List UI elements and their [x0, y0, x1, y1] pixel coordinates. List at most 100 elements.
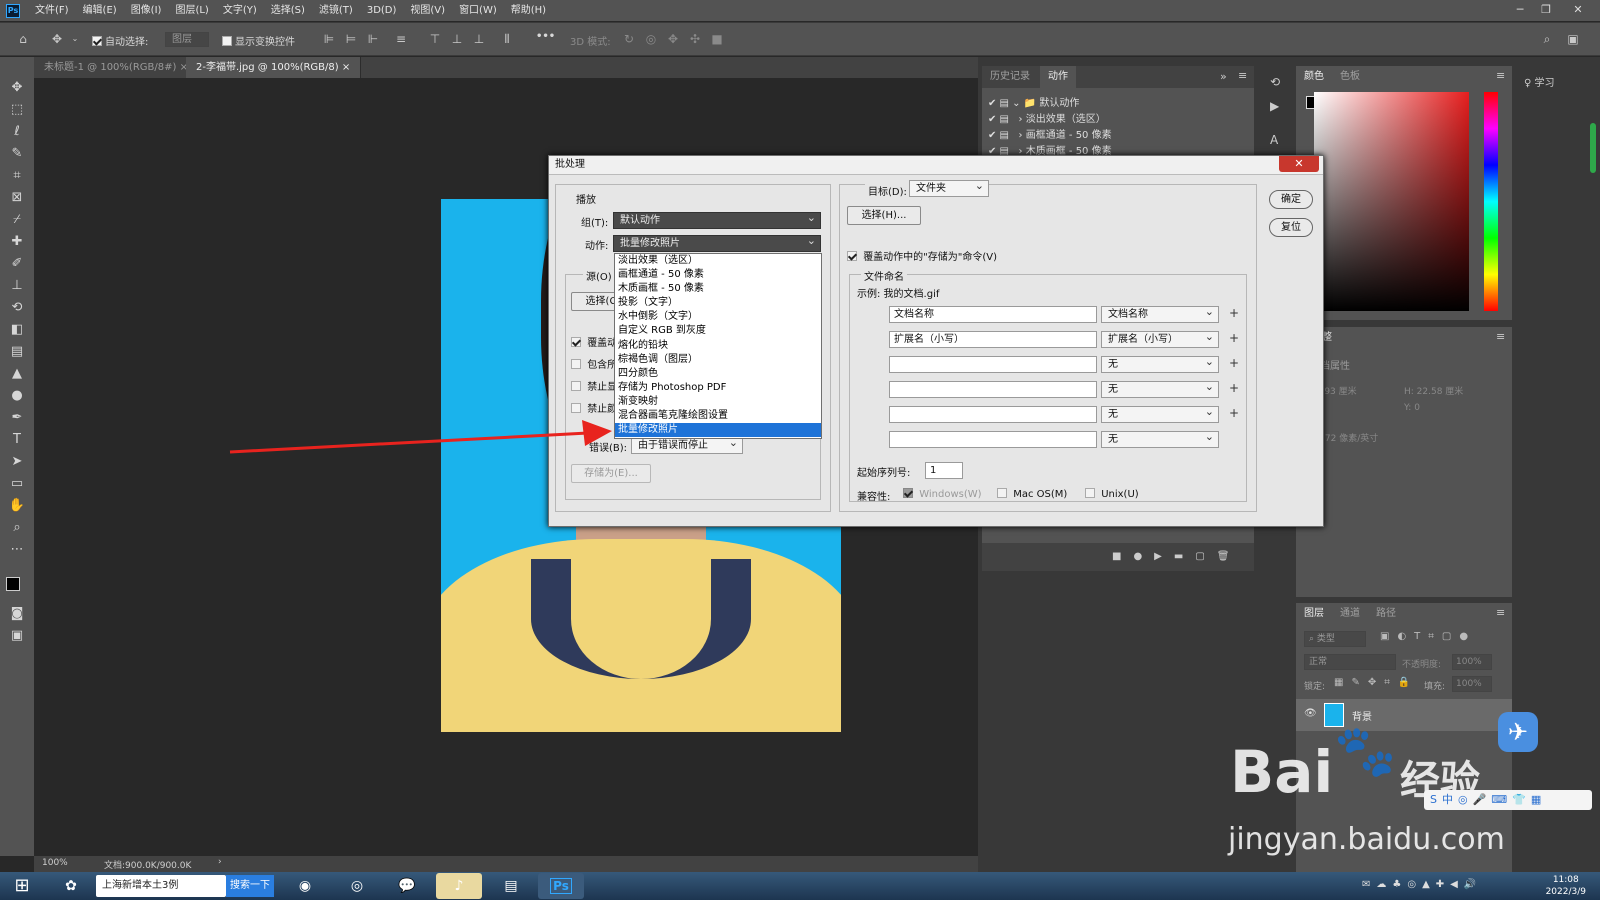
action-option[interactable]: 淡出效果（选区）: [615, 254, 821, 268]
menu-filter[interactable]: 滤镜(T): [312, 0, 360, 21]
path-select-tool-icon[interactable]: ➤: [8, 453, 26, 471]
distribute-vertical-icon[interactable]: ⫴: [500, 32, 514, 46]
distribute-icon[interactable]: ≡: [394, 32, 408, 46]
naming-select[interactable]: 无: [1101, 354, 1219, 373]
doc-tab-photo[interactable]: 2-李福带.jpg @ 100%(RGB/8) ×: [186, 57, 362, 78]
taskbar-search-input[interactable]: 上海新增本土3例: [96, 875, 226, 897]
align-bottom-icon[interactable]: ⊥: [472, 32, 486, 46]
scroll-indicator[interactable]: [1590, 123, 1596, 173]
close-window-icon[interactable]: ✕: [1566, 0, 1590, 21]
align-middle-icon[interactable]: ⊥: [450, 32, 464, 46]
action-row[interactable]: ✔ ▤ › 淡出效果（选区）: [988, 112, 1106, 128]
zoom-tool-icon[interactable]: ⌕: [8, 519, 26, 537]
menu-view[interactable]: 视图(V): [403, 0, 452, 21]
compat-windows-option[interactable]: Windows(W): [903, 488, 982, 500]
start-button[interactable]: ⊞: [2, 873, 42, 899]
screen-mode-icon[interactable]: ▣: [8, 627, 26, 645]
camera-3d-icon[interactable]: ■: [710, 32, 724, 46]
lock-icons[interactable]: ▦✎✥⌗🔒: [1334, 677, 1418, 688]
hue-slider[interactable]: [1484, 92, 1498, 311]
naming-field[interactable]: [889, 381, 1097, 398]
show-transform-option[interactable]: 显示变换控件: [222, 33, 295, 48]
action-option-selected[interactable]: 批量修改照片: [615, 423, 821, 438]
layer-filter-icons[interactable]: ▣◐T⌗▢●: [1380, 631, 1476, 642]
action-option[interactable]: 水中倒影（文字）: [615, 310, 821, 324]
suppress-dialogs-option[interactable]: 禁止显: [571, 378, 617, 393]
character-icon[interactable]: A: [1270, 133, 1278, 147]
move-tool-icon[interactable]: ✥: [8, 79, 26, 97]
pen-tool-icon[interactable]: ✒: [8, 409, 26, 427]
action-set-row[interactable]: ✔ ▤ ⌄ 📁 默认动作: [988, 96, 1079, 112]
action-option[interactable]: 画框通道 - 50 像素: [615, 268, 821, 282]
browser-icon[interactable]: ◉: [282, 873, 328, 899]
reset-button[interactable]: 复位: [1269, 218, 1313, 237]
ok-button[interactable]: 确定: [1269, 190, 1313, 209]
action-option[interactable]: 自定义 RGB 到灰度: [615, 324, 821, 338]
stamp-tool-icon[interactable]: ⊥: [8, 277, 26, 295]
history-icon[interactable]: ⟲: [1270, 75, 1280, 89]
add-naming-icon[interactable]: +: [1229, 381, 1239, 395]
bird-app-icon[interactable]: ✈: [1498, 712, 1538, 752]
dodge-tool-icon[interactable]: ●: [8, 387, 26, 405]
action-option[interactable]: 渐变映射: [615, 395, 821, 409]
menu-select[interactable]: 选择(S): [264, 0, 312, 21]
action-row[interactable]: ✔ ▤ › 画框通道 - 50 像素: [988, 128, 1112, 144]
panel-menu-icon[interactable]: ≡: [1238, 69, 1247, 82]
wechat-icon[interactable]: 💬: [384, 873, 430, 899]
ime-toolbar[interactable]: S中◎🎤⌨👕▦: [1424, 790, 1592, 810]
quick-mask-icon[interactable]: ◙: [8, 605, 26, 623]
action-option[interactable]: 存储为 Photoshop PDF: [615, 381, 821, 395]
action-option[interactable]: 熔化的铅块: [615, 339, 821, 353]
layer-row-background[interactable]: 👁 背景: [1296, 699, 1512, 731]
system-clock[interactable]: 11:08 2022/3/9: [1546, 874, 1586, 898]
eyedropper-tool-icon[interactable]: ⌿: [8, 211, 26, 229]
tab-swatches[interactable]: 色板: [1332, 66, 1368, 88]
minimize-icon[interactable]: ─: [1508, 0, 1532, 21]
frame-tool-icon[interactable]: ⊠: [8, 189, 26, 207]
add-naming-icon[interactable]: +: [1229, 356, 1239, 370]
tab-channels[interactable]: 通道: [1332, 603, 1368, 625]
tab-color[interactable]: 颜色: [1296, 66, 1332, 88]
naming-field[interactable]: [889, 356, 1097, 373]
action-option[interactable]: 四分颜色: [615, 367, 821, 381]
action-set-select[interactable]: 默认动作: [613, 210, 821, 229]
roll-3d-icon[interactable]: ◎: [644, 32, 658, 46]
healing-tool-icon[interactable]: ✚: [8, 233, 26, 251]
chevron-down-icon[interactable]: ⌄: [68, 32, 82, 46]
auto-select-dropdown[interactable]: 图层: [165, 32, 209, 47]
naming-field[interactable]: 文档名称: [889, 306, 1097, 323]
workspace-icon[interactable]: ▣: [1566, 32, 1580, 46]
layer-kind-filter[interactable]: ⌕ 类型: [1304, 631, 1366, 647]
action-option[interactable]: 投影（文字）: [615, 296, 821, 310]
error-select[interactable]: 由于错误而停止: [631, 435, 743, 454]
menu-window[interactable]: 窗口(W): [452, 0, 504, 21]
tab-history[interactable]: 历史记录: [982, 66, 1038, 88]
tab-paths[interactable]: 路径: [1368, 603, 1404, 625]
tab-actions[interactable]: 动作: [1040, 66, 1076, 88]
learn-panel[interactable]: ♀ 学习: [1524, 74, 1555, 89]
pan-3d-icon[interactable]: ✥: [666, 32, 680, 46]
compat-mac-option[interactable]: Mac OS(M): [997, 488, 1067, 500]
naming-field[interactable]: [889, 406, 1097, 423]
menu-edit[interactable]: 编辑(E): [76, 0, 124, 21]
compat-unix-option[interactable]: Unix(U): [1085, 488, 1139, 500]
tab-layers[interactable]: 图层: [1296, 603, 1332, 625]
action-controls[interactable]: ■●▶▬▢🗑: [1112, 551, 1241, 562]
action-option[interactable]: 混合器画笔克隆绘图设置: [615, 409, 821, 423]
naming-select[interactable]: 文档名称: [1101, 304, 1219, 323]
panel-menu-icon[interactable]: ≡: [1496, 69, 1505, 82]
lasso-tool-icon[interactable]: ℓ: [8, 123, 26, 141]
naming-select[interactable]: 无: [1101, 404, 1219, 423]
menu-image[interactable]: 图像(I): [124, 0, 169, 21]
file-explorer-icon[interactable]: ▤: [488, 873, 534, 899]
move-tool-icon[interactable]: ✥: [50, 32, 64, 46]
naming-select[interactable]: 无: [1101, 429, 1219, 448]
blend-mode-select[interactable]: 正常: [1304, 654, 1396, 670]
doc-tab-untitled[interactable]: 未标题-1 @ 100%(RGB/8#) ×: [34, 57, 199, 78]
add-naming-icon[interactable]: +: [1229, 406, 1239, 420]
naming-select[interactable]: 无: [1101, 379, 1219, 398]
align-right-icon[interactable]: ⊩: [366, 32, 380, 46]
override-save-option[interactable]: 覆盖动作中的"存储为"命令(V): [847, 248, 997, 263]
align-left-icon[interactable]: ⊫: [322, 32, 336, 46]
add-naming-icon[interactable]: +: [1229, 331, 1239, 345]
